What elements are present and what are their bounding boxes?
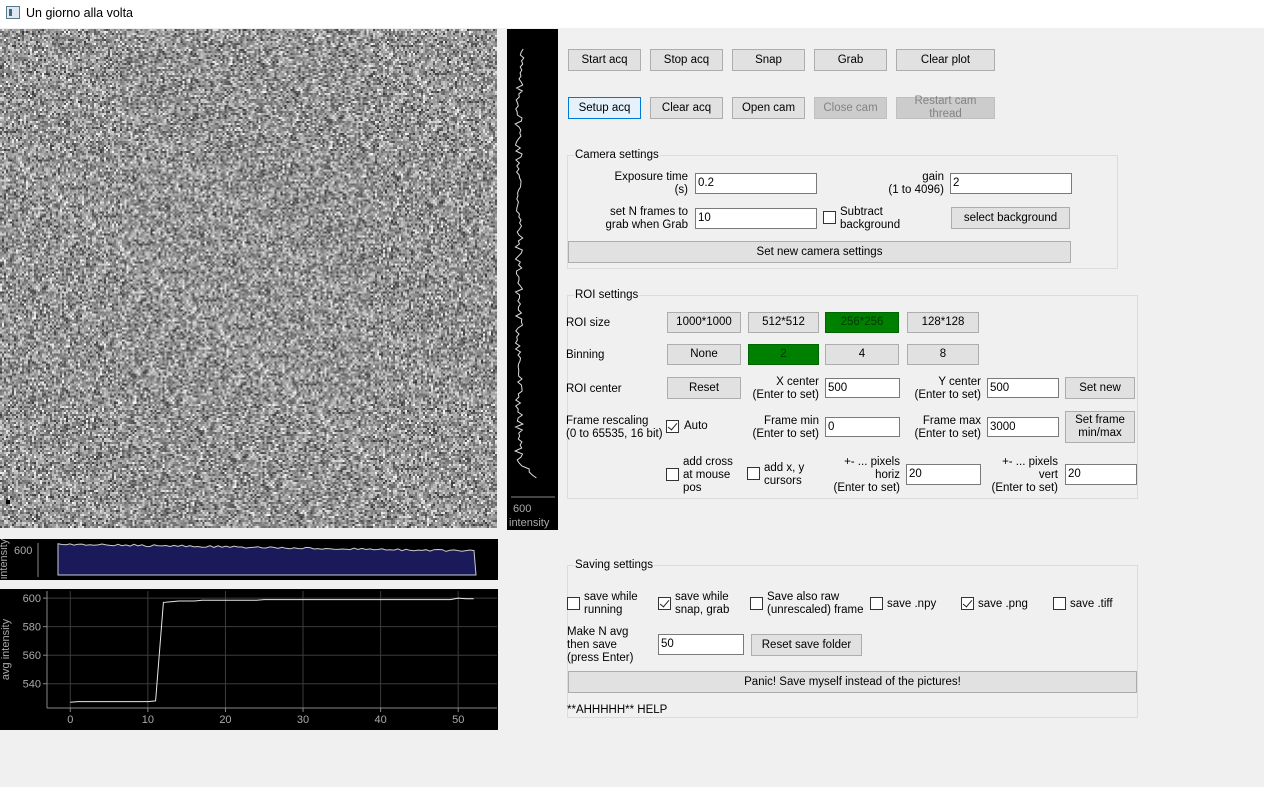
frame-max-input[interactable]: 3000 (987, 417, 1059, 437)
roi-size-128-128-button[interactable]: 128*128 (907, 312, 979, 333)
start-acq-button[interactable]: Start acq (568, 49, 641, 71)
frame-rescaling-label: Frame rescaling (0 to 65535, 16 bit) (566, 415, 663, 440)
nframes-input[interactable]: 10 (695, 208, 817, 229)
save-raw-checkbox[interactable] (750, 597, 763, 610)
set-frame-minmax-button[interactable]: Set frame min/max (1065, 411, 1135, 443)
vplot-axis-label: intensity (509, 517, 550, 529)
save-npy-checkbox[interactable] (870, 597, 883, 610)
camera-image[interactable] (0, 29, 497, 528)
save-tiff-label: save .tiff (1070, 598, 1113, 610)
avg-intensity-line (70, 597, 474, 703)
vert-pixels-input[interactable]: 20 (1065, 464, 1137, 485)
subtract-background-checkbox[interactable] (823, 211, 836, 224)
x-center-label: X center (Enter to set) (752, 376, 819, 401)
save-png-label: save .png (978, 598, 1028, 610)
stop-acq-button[interactable]: Stop acq (650, 49, 723, 71)
roi-set-new-button[interactable]: Set new (1065, 377, 1135, 399)
binning-8-button[interactable]: 8 (907, 344, 979, 365)
auto-checkbox[interactable] (666, 420, 679, 433)
vprofile-line (513, 48, 537, 479)
exposure-label: Exposure time (s) (614, 171, 688, 196)
gain-input[interactable]: 2 (950, 173, 1072, 194)
save-snap-checkbox[interactable] (658, 597, 671, 610)
navg-label: Make N avg then save (press Enter) (567, 626, 634, 664)
reset-save-folder-button[interactable]: Reset save folder (751, 634, 862, 656)
save-snap-label: save while snap, grab (675, 591, 730, 616)
title-bar: Un giorno alla volta (0, 0, 1264, 28)
horiz-pixels-input[interactable]: 20 (906, 464, 981, 485)
close-cam-button: Close cam (814, 97, 887, 119)
setup-acq-button[interactable]: Setup acq (568, 97, 641, 119)
roi-size-1000-1000-button[interactable]: 1000*1000 (667, 312, 741, 333)
frame-max-label: Frame max (Enter to set) (914, 415, 981, 440)
set-new-camera-settings-button[interactable]: Set new camera settings (568, 241, 1071, 263)
camera-settings-title: Camera settings (574, 149, 660, 161)
x-tick-label: 40 (374, 714, 386, 726)
vplot-tick: 600 (513, 503, 532, 515)
roi-size-256-256-button[interactable]: 256*256 (825, 312, 899, 333)
roi-size-512-512-button[interactable]: 512*512 (748, 312, 819, 333)
y-tick-label: 560 (23, 650, 41, 662)
y-tick-label: 540 (23, 679, 41, 691)
hplot-tick: 600 (14, 545, 33, 557)
save-running-label: save while running (584, 591, 638, 616)
restart-cam-thread-button: Restart cam thread (896, 95, 995, 120)
roi-size-label: ROI size (566, 317, 611, 329)
roi-center-label: ROI center (566, 383, 622, 395)
x-tick-label: 20 (219, 714, 231, 726)
select-background-button[interactable]: select background (951, 207, 1070, 229)
hplot-axis-label: intensity (0, 538, 11, 580)
binning-none-button[interactable]: None (667, 344, 741, 365)
open-cam-button[interactable]: Open cam (732, 97, 805, 119)
binning-2-button[interactable]: 2 (748, 344, 819, 365)
app-icon (6, 6, 20, 19)
binning-4-button[interactable]: 4 (825, 344, 899, 365)
x-tick-label: 30 (297, 714, 309, 726)
save-png-checkbox[interactable] (961, 597, 974, 610)
save-npy-label: save .npy (887, 598, 937, 610)
add-cross-label: add cross at mouse pos (683, 456, 733, 494)
help-text: **AHHHHH** HELP (567, 704, 668, 716)
hprofile-area (57, 543, 477, 576)
grab-button[interactable]: Grab (814, 49, 887, 71)
window-title: Un giorno alla volta (26, 6, 134, 20)
navg-input[interactable]: 50 (658, 634, 744, 655)
nframes-label: set N frames to grab when Grab (605, 206, 688, 231)
panic-button[interactable]: Panic! Save myself instead of the pictur… (568, 671, 1137, 693)
y-center-input[interactable]: 500 (987, 378, 1059, 398)
avg-intensity-chart: 0 10 20 30 40 50 540 560 580 600 avg intensity (0, 589, 498, 730)
horizontal-profile-plot: 600 intensity (0, 539, 498, 580)
save-tiff-checkbox[interactable] (1053, 597, 1066, 610)
saving-settings-title: Saving settings (574, 559, 654, 571)
binning-label: Binning (566, 349, 605, 361)
frame-min-label: Frame min (Enter to set) (752, 415, 819, 440)
gain-label: gain (1 to 4096) (888, 171, 944, 196)
snap-button[interactable]: Snap (732, 49, 805, 71)
roi-settings-title: ROI settings (574, 289, 640, 301)
y-center-label: Y center (Enter to set) (914, 376, 981, 401)
save-raw-label: Save also raw (unrescaled) frame (767, 591, 864, 616)
save-running-checkbox[interactable] (567, 597, 580, 610)
x-tick-label: 50 (452, 714, 464, 726)
auto-label: Auto (684, 420, 708, 432)
exposure-input[interactable]: 0.2 (695, 173, 817, 194)
clear-acq-button[interactable]: Clear acq (650, 97, 723, 119)
add-cursors-label: add x, y cursors (764, 462, 805, 487)
frame-min-input[interactable]: 0 (825, 417, 900, 437)
x-tick-label: 0 (67, 714, 73, 726)
horiz-pixels-label: +- ... pixels horiz (Enter to set) (833, 456, 900, 494)
y-axis-label: avg intensity (0, 618, 12, 680)
vertical-profile-plot: 600 intensity (507, 29, 558, 530)
roi-reset-button[interactable]: Reset (667, 377, 741, 399)
subtract-background-label: Subtract background (840, 206, 901, 231)
clear-plot-button[interactable]: Clear plot (896, 49, 995, 71)
add-cross-checkbox[interactable] (666, 468, 679, 481)
x-tick-label: 10 (142, 714, 154, 726)
y-tick-label: 600 (23, 593, 41, 605)
y-tick-label: 580 (23, 622, 41, 634)
vert-pixels-label: +- ... pixels vert (Enter to set) (991, 456, 1058, 494)
add-cursors-checkbox[interactable] (747, 467, 760, 480)
x-center-input[interactable]: 500 (825, 378, 900, 398)
